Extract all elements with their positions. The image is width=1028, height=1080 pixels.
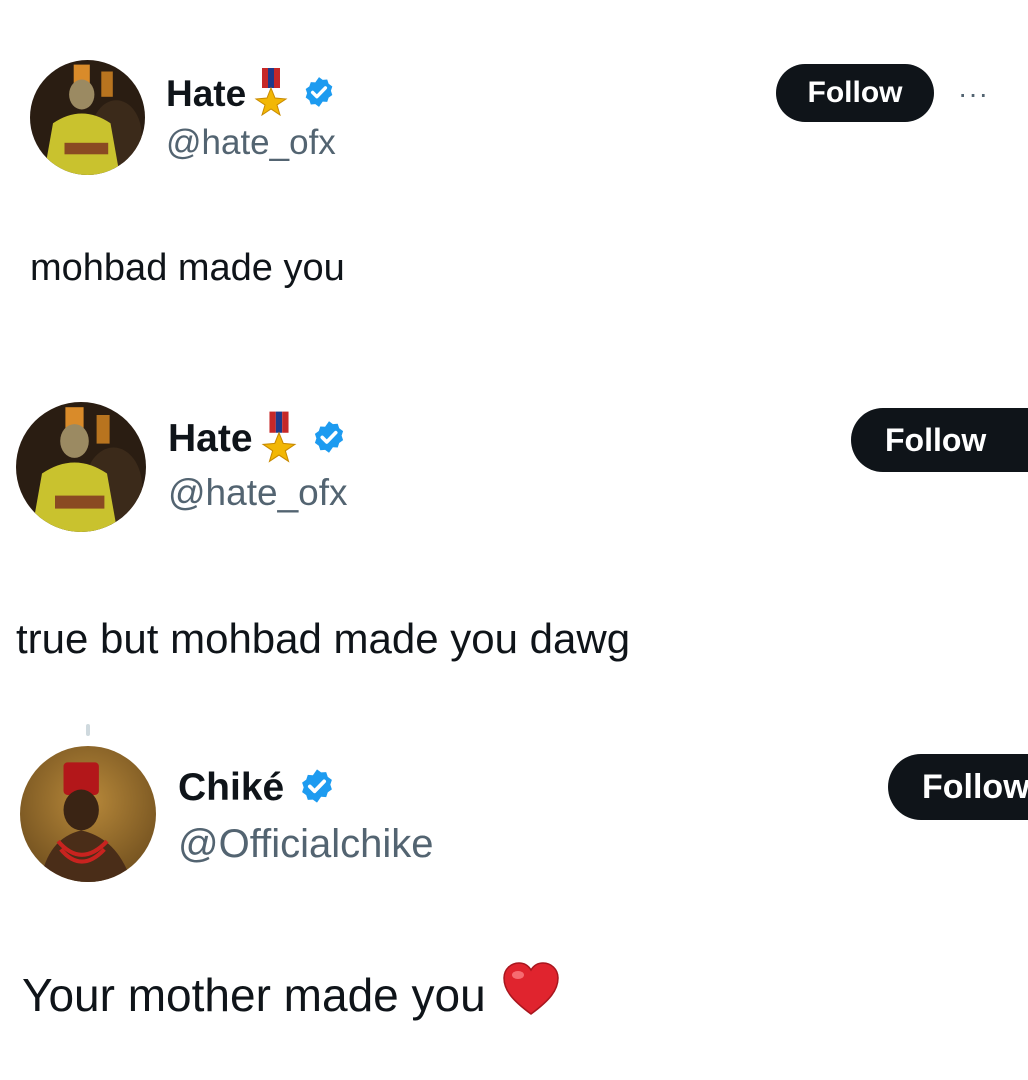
tweet-text-content: Your mother made you — [22, 968, 486, 1021]
avatar-image — [16, 402, 146, 532]
display-name[interactable]: Hate — [168, 417, 253, 461]
more-options-icon[interactable]: ··· — [958, 80, 989, 108]
avatar-hate[interactable] — [30, 60, 145, 175]
red-heart-icon — [502, 962, 560, 1027]
tweet-text: true but mohbad made you dawg — [16, 615, 631, 662]
tweet-text: mohbad made you — [30, 247, 345, 289]
follow-button[interactable]: Follow — [888, 754, 1028, 820]
avatar-chike[interactable] — [20, 746, 156, 882]
display-name[interactable]: Chiké — [178, 766, 284, 810]
tweet-text: Your mother made you — [22, 962, 560, 1027]
military-medal-icon — [261, 411, 297, 468]
user-handle[interactable]: @hate_ofx — [166, 123, 336, 163]
verified-badge-icon — [311, 419, 347, 460]
follow-button[interactable]: Follow — [851, 408, 1028, 472]
avatar-image — [20, 746, 156, 882]
military-medal-icon — [254, 67, 288, 121]
verified-badge-icon — [302, 75, 336, 114]
user-handle[interactable]: @Officialchike — [178, 822, 434, 867]
thread-connector — [86, 724, 90, 736]
verified-badge-icon — [298, 767, 336, 810]
tweet-1: Hate @hate_ofx Follow ··· mohbad made yo… — [0, 0, 1028, 330]
tweet-2: Hate @hate_ofx Follow true but mohbad ma… — [0, 390, 1028, 700]
display-name[interactable]: Hate — [166, 73, 246, 115]
user-handle[interactable]: @hate_ofx — [168, 472, 348, 514]
avatar-hate[interactable] — [16, 402, 146, 532]
tweet-3: Chiké @Officialchike Follow Your mother … — [0, 740, 1028, 1080]
follow-button[interactable]: Follow — [776, 64, 934, 122]
avatar-image — [30, 60, 145, 175]
